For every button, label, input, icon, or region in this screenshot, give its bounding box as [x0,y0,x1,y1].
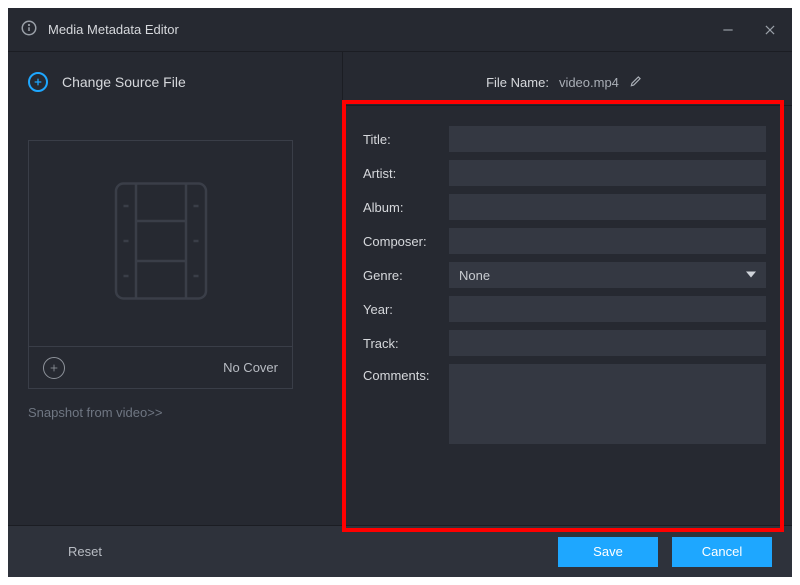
reset-button[interactable]: Reset [68,544,102,559]
film-icon [111,176,211,311]
title-bar: Media Metadata Editor [8,8,792,52]
genre-value: None [459,268,490,283]
window-title: Media Metadata Editor [48,22,179,37]
track-label: Track: [363,336,441,351]
genre-select[interactable]: None [449,262,766,288]
close-button[interactable] [758,18,782,42]
file-name-row: File Name: video.mp4 [363,72,766,91]
right-column: File Name: video.mp4 Title: Artist: Albu… [342,52,792,525]
change-source-button[interactable]: Change Source File [28,72,322,92]
year-label: Year: [363,302,441,317]
artist-input[interactable] [449,160,766,186]
no-cover-label: No Cover [223,360,278,375]
cover-preview [29,141,292,346]
album-label: Album: [363,200,441,215]
genre-label: Genre: [363,268,441,283]
composer-label: Composer: [363,234,441,249]
snapshot-from-video-link[interactable]: Snapshot from video>> [28,405,322,420]
year-input[interactable] [449,296,766,322]
footer: Reset Save Cancel [8,525,792,577]
title-label: Title: [363,132,441,147]
edit-filename-button[interactable] [629,74,643,91]
plus-circle-icon [28,72,48,92]
album-input[interactable] [449,194,766,220]
chevron-down-icon [746,268,756,283]
cancel-button[interactable]: Cancel [672,537,772,567]
comments-label: Comments: [363,364,441,383]
comments-input[interactable] [449,364,766,444]
add-cover-button[interactable] [43,357,65,379]
artist-label: Artist: [363,166,441,181]
left-column: Change Source File [8,52,342,525]
change-source-label: Change Source File [62,74,186,90]
metadata-form: Title: Artist: Album: Composer: Genre: [363,126,766,444]
composer-input[interactable] [449,228,766,254]
title-input[interactable] [449,126,766,152]
save-button[interactable]: Save [558,537,658,567]
cover-panel: No Cover [28,140,293,389]
app-window: Media Metadata Editor Change Source File [8,8,792,577]
divider [343,105,792,106]
minimize-button[interactable] [716,18,740,42]
body: Change Source File [8,52,792,525]
cover-toolbar: No Cover [29,346,292,388]
file-name-value: video.mp4 [559,75,619,90]
track-input[interactable] [449,330,766,356]
info-icon [20,19,38,40]
file-name-label: File Name: [486,75,549,90]
